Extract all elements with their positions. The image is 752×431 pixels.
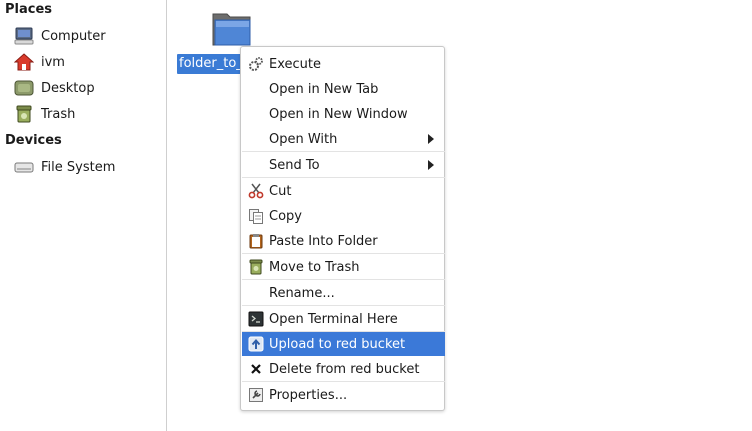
menu-item-upload-to-red-bucket[interactable]: Upload to red bucket <box>242 332 445 356</box>
folder-label[interactable]: folder_to_ <box>177 54 245 74</box>
menu-item-properties[interactable]: Properties... <box>242 383 445 407</box>
upload-icon <box>247 335 265 353</box>
menu-item-open-with[interactable]: Open With <box>242 127 445 151</box>
menu-item-rename[interactable]: Rename... <box>242 281 445 305</box>
menu-separator <box>242 151 445 152</box>
clipboard-icon <box>247 232 265 250</box>
sidebar-item-label: Trash <box>41 106 76 122</box>
menu-separator <box>242 279 445 280</box>
folder-icon[interactable] <box>211 10 253 48</box>
menu-item-paste-into-folder[interactable]: Paste Into Folder <box>242 229 445 253</box>
sidebar-item-label: File System <box>41 159 116 175</box>
scissors-icon <box>247 182 265 200</box>
terminal-icon <box>247 310 265 328</box>
menu-item-open-in-new-window[interactable]: Open in New Window <box>242 102 445 126</box>
trash-icon <box>13 104 35 124</box>
menu-item-cut[interactable]: Cut <box>242 179 445 203</box>
menu-item-execute[interactable]: Execute <box>242 52 445 76</box>
sidebar-item-label: Desktop <box>41 80 95 96</box>
submenu-arrow-icon <box>428 160 434 170</box>
menu-item-open-in-new-tab[interactable]: Open in New Tab <box>242 77 445 101</box>
menu-separator <box>242 381 445 382</box>
sidebar-item-label: ivm <box>41 54 65 70</box>
menu-item-copy[interactable]: Copy <box>242 204 445 228</box>
desktop-icon <box>13 78 35 98</box>
copy-icon <box>247 207 265 225</box>
sidebar: Places Computer ivm Desktop Trash Device… <box>0 0 167 431</box>
menu-separator <box>242 177 445 178</box>
menu-item-delete-from-red-bucket[interactable]: Delete from red bucket <box>242 357 445 381</box>
menu-item-open-terminal-here[interactable]: Open Terminal Here <box>242 307 445 331</box>
submenu-arrow-icon <box>428 134 434 144</box>
gears-icon <box>247 55 265 73</box>
drive-icon <box>13 157 35 177</box>
sidebar-item-desktop[interactable]: Desktop <box>13 76 95 100</box>
sidebar-item-trash[interactable]: Trash <box>13 102 75 126</box>
properties-icon <box>247 386 265 404</box>
sidebar-item-ivm[interactable]: ivm <box>13 50 65 74</box>
sidebar-item-computer[interactable]: Computer <box>13 24 106 48</box>
sidebar-item-file-system[interactable]: File System <box>13 155 115 179</box>
menu-separator <box>242 253 445 254</box>
home-icon <box>13 52 35 72</box>
menu-item-move-to-trash[interactable]: Move to Trash <box>242 255 445 279</box>
computer-icon <box>13 26 35 46</box>
menu-item-send-to[interactable]: Send To <box>242 153 445 177</box>
trash-icon <box>247 258 265 276</box>
places-heading: Places <box>5 2 53 17</box>
x-icon <box>247 360 265 378</box>
menu-separator <box>242 305 445 306</box>
context-menu: Execute Open in New Tab Open in New Wind… <box>240 46 445 411</box>
devices-heading: Devices <box>5 133 62 148</box>
sidebar-item-label: Computer <box>41 28 106 44</box>
